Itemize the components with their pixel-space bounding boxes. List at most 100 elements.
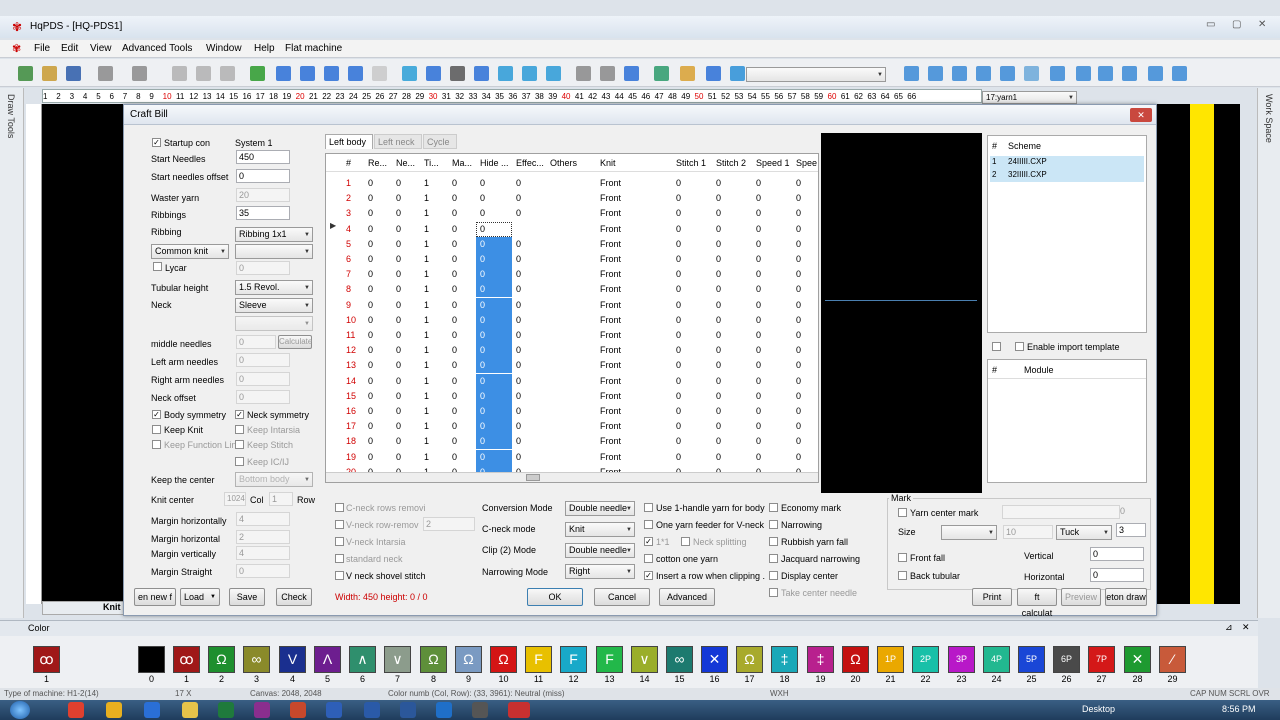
- toolbar-button-icon[interactable]: [522, 66, 537, 81]
- table-row[interactable]: 17 0 0 1 0 0 0 Front 0 0 0 0: [326, 419, 818, 435]
- table-cell[interactable]: 0: [480, 298, 485, 313]
- craft-table[interactable]: 1 0 0 1 0 0 0 Front 0 0 0 0 2 0 0 1 0 0 0 Front 0 0 0 0 3 0 0 1 0 0 0 F…: [325, 153, 819, 483]
- table-cell[interactable]: 0: [796, 450, 801, 465]
- jacquard-checkbox[interactable]: [769, 554, 778, 563]
- table-cell[interactable]: 0: [756, 222, 761, 237]
- toolbar-button-icon[interactable]: [18, 66, 33, 81]
- module-list[interactable]: # Module: [987, 359, 1147, 483]
- color-swatch[interactable]: [138, 646, 165, 673]
- table-cell[interactable]: 0: [796, 328, 801, 343]
- table-row[interactable]: 16 0 0 1 0 0 0 Front 0 0 0 0: [326, 404, 818, 419]
- table-row[interactable]: 2 0 0 1 0 0 0 Front 0 0 0 0: [326, 191, 818, 206]
- table-cell[interactable]: 0: [368, 389, 373, 404]
- toolbar-button-icon[interactable]: [928, 66, 943, 81]
- table-cell[interactable]: 0: [716, 343, 721, 358]
- table-cell[interactable]: 0: [676, 343, 681, 358]
- table-cell[interactable]: 0: [480, 389, 485, 404]
- size-select[interactable]: [941, 525, 997, 540]
- table-cell[interactable]: 0: [396, 298, 401, 313]
- neck-split-checkbox[interactable]: [681, 537, 690, 546]
- table-cell[interactable]: 0: [368, 328, 373, 343]
- table-cell[interactable]: 0: [368, 237, 373, 252]
- menu-edit[interactable]: Edit: [61, 43, 78, 54]
- table-cell[interactable]: 0: [452, 374, 457, 389]
- vneck-rows-field[interactable]: 2: [423, 517, 475, 531]
- powerpoint-icon[interactable]: [290, 702, 306, 718]
- one-one-checkbox[interactable]: ✓: [644, 537, 653, 546]
- table-cell[interactable]: Front: [600, 434, 621, 449]
- table-cell[interactable]: Front: [600, 237, 621, 252]
- tuck-select[interactable]: Tuck: [1056, 525, 1112, 540]
- toolbar-button-icon[interactable]: [450, 66, 465, 81]
- table-cell[interactable]: 0: [452, 282, 457, 297]
- color-swatch[interactable]: ∧: [349, 646, 376, 673]
- table-cell[interactable]: 1: [424, 313, 429, 328]
- table-cell[interactable]: 0: [480, 404, 485, 419]
- color-swatch[interactable]: ✕: [1124, 646, 1151, 673]
- table-row[interactable]: 1 0 0 1 0 0 0 Front 0 0 0 0: [326, 176, 818, 191]
- front-fall-checkbox[interactable]: [898, 553, 907, 562]
- table-cell[interactable]: 0: [716, 298, 721, 313]
- cneck-mode-select[interactable]: Knit: [565, 522, 635, 537]
- toolbar-button-icon[interactable]: [220, 66, 235, 81]
- table-cell[interactable]: 0: [796, 374, 801, 389]
- table-cell[interactable]: 0: [796, 343, 801, 358]
- keep-function-checkbox[interactable]: [152, 440, 161, 449]
- color-swatch[interactable]: F: [525, 646, 552, 673]
- table-cell[interactable]: 0: [716, 419, 721, 434]
- table-cell[interactable]: 0: [452, 222, 457, 237]
- table-row[interactable]: 19 0 0 1 0 0 0 Front 0 0 0 0: [326, 449, 818, 465]
- table-cell[interactable]: 0: [756, 434, 761, 449]
- table-cell[interactable]: 0: [480, 374, 485, 389]
- table-row[interactable]: 5 0 0 1 0 0 0 Front 0 0 0 0: [326, 236, 818, 252]
- color-swatch[interactable]: Ω: [455, 646, 482, 673]
- table-cell[interactable]: 0: [396, 404, 401, 419]
- table-cell[interactable]: 0: [368, 374, 373, 389]
- table-column-header[interactable]: Others: [550, 154, 577, 172]
- margin-straight-field[interactable]: 0: [236, 564, 290, 578]
- table-cell[interactable]: 0: [716, 389, 721, 404]
- table-cell[interactable]: 0: [676, 328, 681, 343]
- publisher-icon[interactable]: [326, 702, 342, 718]
- table-row[interactable]: 12 0 0 1 0 0 0 Front 0 0 0 0: [326, 343, 818, 359]
- menu-window[interactable]: Window: [206, 43, 242, 54]
- toolbar-button-icon[interactable]: [576, 66, 591, 81]
- table-cell[interactable]: 0: [716, 434, 721, 449]
- table-cell[interactable]: 0: [396, 343, 401, 358]
- table-cell[interactable]: 0: [796, 358, 801, 373]
- table-cell[interactable]: 0: [716, 176, 721, 191]
- keep-ic-checkbox[interactable]: [235, 457, 244, 466]
- table-cell[interactable]: 0: [452, 328, 457, 343]
- table-column-header[interactable]: Ma...: [452, 154, 472, 172]
- table-cell[interactable]: 0: [480, 358, 485, 373]
- color-swatch[interactable]: 3P: [948, 646, 975, 673]
- toolbar-button-icon[interactable]: [498, 66, 513, 81]
- table-column-header[interactable]: Effec...: [516, 154, 544, 172]
- outlook-icon[interactable]: [436, 702, 452, 718]
- standard-neck-checkbox[interactable]: [335, 554, 344, 563]
- color-swatch[interactable]: 6P: [1053, 646, 1080, 673]
- table-cell[interactable]: 0: [480, 328, 485, 343]
- table-cell[interactable]: 1: [424, 206, 429, 221]
- one-feeder-checkbox[interactable]: [644, 520, 653, 529]
- print-button[interactable]: Print: [972, 588, 1012, 606]
- onenote-icon[interactable]: [254, 702, 270, 718]
- table-column-header[interactable]: Ne...: [396, 154, 415, 172]
- table-column-header[interactable]: #: [346, 154, 351, 172]
- table-cell[interactable]: 0: [796, 176, 801, 191]
- toolbar-button-icon[interactable]: [952, 66, 967, 81]
- table-cell[interactable]: 0: [756, 389, 761, 404]
- table-cell[interactable]: 0: [452, 358, 457, 373]
- toolbar-button-icon[interactable]: [904, 66, 919, 81]
- table-cell[interactable]: Front: [600, 358, 621, 373]
- table-cell[interactable]: 0: [396, 267, 401, 282]
- tuck-field[interactable]: 3: [1116, 523, 1146, 537]
- table-cell[interactable]: Front: [600, 328, 621, 343]
- table-cell[interactable]: 0: [676, 358, 681, 373]
- color-swatch[interactable]: ꝏ: [33, 646, 60, 673]
- app-icon-taskbar[interactable]: [472, 702, 488, 718]
- table-cell[interactable]: 0: [396, 419, 401, 434]
- clip-mode-select[interactable]: Double needle: [565, 543, 635, 558]
- table-cell[interactable]: 0: [452, 191, 457, 206]
- desktop-label[interactable]: Desktop: [1082, 704, 1115, 714]
